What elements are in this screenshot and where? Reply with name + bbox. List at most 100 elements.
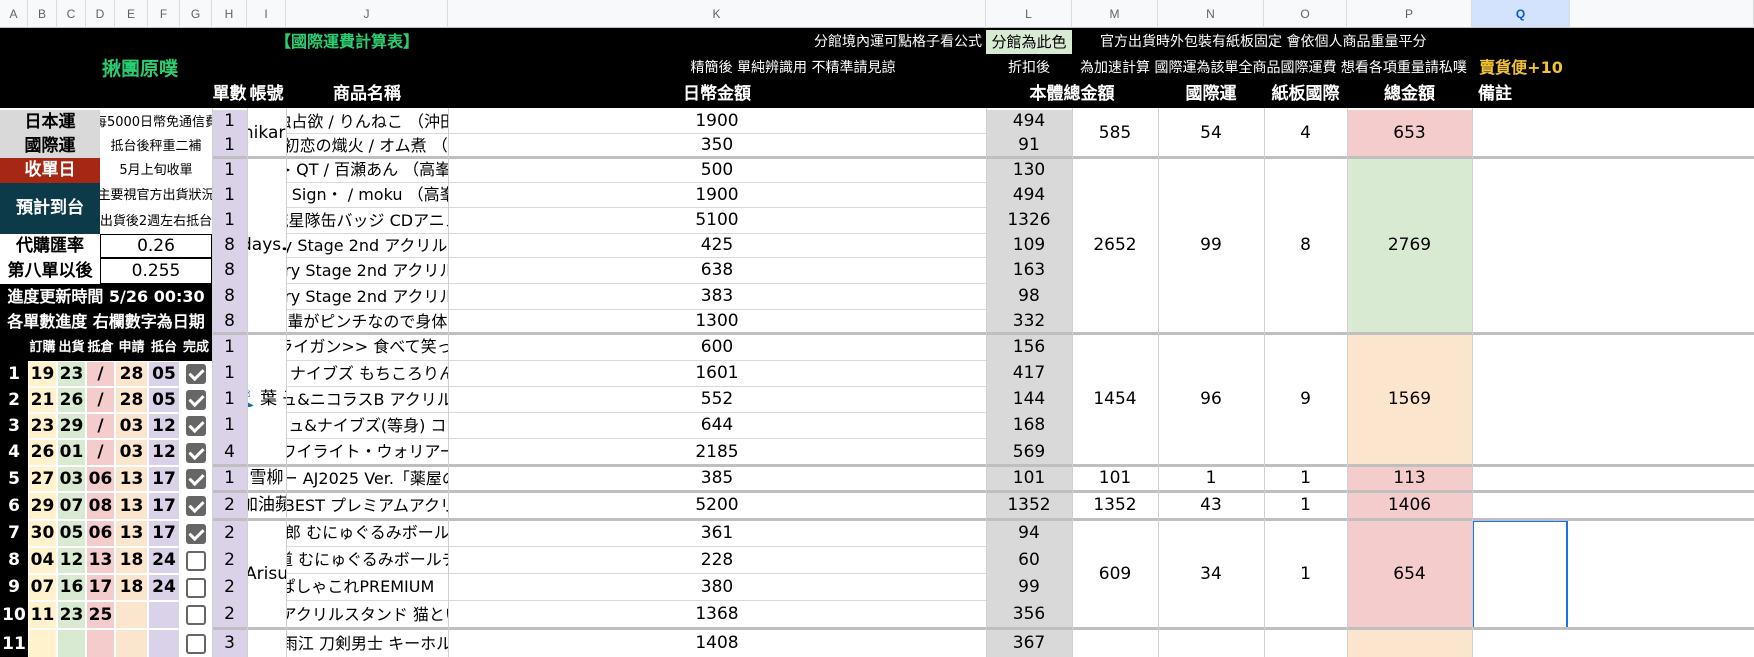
column-header-b[interactable]: B (28, 0, 57, 28)
item-name[interactable]: <<呪術廻戦>> 初恋の熾火 / オム煮 （五条悟×伏黒恵） (286, 134, 448, 158)
column-header-a[interactable]: A (0, 0, 28, 28)
gridline (1158, 108, 1159, 657)
item-name[interactable]: 五月雨江 刀剣男士 キーホルダー (286, 629, 448, 657)
group-note[interactable] (1472, 158, 1754, 334)
done-checkbox[interactable] (180, 361, 212, 387)
group-divider (212, 490, 1754, 493)
progress-date: 23 (57, 361, 86, 387)
item-name[interactable]: 最後の世界線 ぱしゃこれPREMIUM 13：佐野万次郎 (286, 574, 448, 601)
checked-icon[interactable] (186, 469, 206, 489)
done-checkbox[interactable] (180, 439, 212, 466)
column-header-j[interactable]: J (286, 0, 448, 28)
item-name[interactable]: 仙石忍 Starry Stage 2nd アクリルキーホルダー (286, 234, 448, 258)
group-grand-total: 654 (1347, 520, 1472, 629)
brand-link[interactable]: 揪團原噗 (40, 56, 240, 82)
done-checkbox[interactable] (180, 574, 212, 601)
col-header-grand: 總金額 (1347, 82, 1472, 107)
checked-icon[interactable] (186, 442, 206, 463)
done-checkbox[interactable] (180, 466, 212, 492)
item-count: 2 (212, 520, 247, 547)
progress-date: 18 (115, 547, 148, 574)
group-divider (212, 156, 1754, 159)
done-checkbox[interactable] (180, 601, 212, 629)
account-name[interactable]: Arisu (247, 520, 286, 629)
column-header-e[interactable]: E (115, 0, 148, 28)
checked-icon[interactable] (186, 364, 206, 384)
column-header-d[interactable]: D (86, 0, 115, 28)
unchecked-icon[interactable] (186, 605, 206, 625)
item-name[interactable]: KAZU THE BEST プレミアムアクリルスタンド (286, 492, 448, 520)
progress-date: 21 (28, 387, 57, 413)
account-name[interactable]: hikari (247, 110, 286, 158)
progress-date: 06 (86, 466, 115, 492)
column-header-n[interactable]: N (1158, 0, 1264, 28)
done-checkbox[interactable] (180, 492, 212, 520)
progress-date: 28 (115, 387, 148, 413)
column-header-m[interactable]: M (1072, 0, 1158, 28)
progress-note: 各單數進度 右欄數字為日期 (0, 310, 212, 334)
column-header-f[interactable]: F (148, 0, 180, 28)
column-header-g[interactable]: G (180, 0, 212, 28)
column-header-p[interactable]: P (1347, 0, 1472, 28)
done-checkbox[interactable] (180, 547, 212, 574)
item-name[interactable]: 王氏 ステッカー AJ2025 Ver.「薬屋のひとりごと」 (286, 466, 448, 492)
checked-icon[interactable] (186, 390, 206, 410)
checked-icon[interactable] (186, 416, 206, 436)
group-total: 585 (1072, 110, 1158, 158)
group-note[interactable] (1472, 492, 1754, 520)
label-intl-shipping: 國際運 (0, 134, 100, 158)
progress-date: 13 (115, 520, 148, 547)
item-name[interactable]: <<トライガン>> 食べて笑って / 絢 (286, 334, 448, 361)
account-name[interactable]: days♪ (247, 158, 286, 334)
group-grand-total: 1406 (1347, 492, 1472, 520)
column-header-i[interactable]: I (247, 0, 286, 28)
group-board: 9 (1264, 334, 1347, 466)
checked-icon[interactable] (186, 496, 206, 516)
group-intl: 34 (1158, 520, 1264, 629)
done-checkbox[interactable] (180, 629, 212, 657)
item-name[interactable]: 花垣武道 むにゅぐるみボールチェーン (286, 547, 448, 574)
item-name[interactable]: 佐野万次郎 アクリルスタンド 猫といっしょver. (286, 601, 448, 629)
group-intl (1158, 629, 1264, 657)
column-header-q[interactable]: Q (1472, 0, 1570, 28)
item-name[interactable]: 全5種セット 流星隊缶バッジ CDアニメイト購入特典 (286, 208, 448, 234)
progress-date: 29 (28, 492, 57, 520)
item-name[interactable]: <<薄桜鬼>> 独占欲 / りんねこ （沖田総司×斎藤一） (286, 110, 448, 134)
account-name[interactable]: 今天加油蘋果果 (247, 492, 286, 520)
col-header-item: 商品名稱 (286, 82, 448, 107)
item-name[interactable]: ヴァッシュ&ニコラスB アクリルスタンド (286, 387, 448, 413)
item-name[interactable]: <<あんスタ>> QT / 百瀬あん （高峯翠×守沢千秋） (286, 158, 448, 183)
group-note[interactable] (1472, 334, 1754, 466)
item-name[interactable]: 深海奏汰 Starry Stage 2nd アクリルキーホルダー (286, 258, 448, 284)
group-note[interactable] (1472, 520, 1568, 629)
item-name[interactable]: 佐野万次郎 むにゅぐるみボールチェーン (286, 520, 448, 547)
column-header-o[interactable]: O (1264, 0, 1347, 28)
gridline (986, 108, 987, 657)
item-name[interactable]: ヴァッシュ&ナイブズ(等身) コースター (286, 413, 448, 439)
checked-icon[interactable] (186, 523, 206, 544)
column-header-k[interactable]: K (448, 0, 986, 28)
item-name[interactable]: <<あんスタ>> Sign・ / moku （高峯翠×守沢千秋） (286, 183, 448, 208)
account-name[interactable] (247, 629, 286, 657)
value-eta-a: 主要視官方出貨狀況 (100, 188, 212, 203)
item-name[interactable]: ミリオンズ・ナイブズ もちころりん ぬいぐるみ (286, 361, 448, 387)
done-checkbox[interactable] (180, 413, 212, 439)
group-note[interactable] (1472, 466, 1754, 492)
item-name[interactable]: 南雲鉄虎 Starry Stage 2nd アクリルキーホルダー (286, 284, 448, 310)
column-header-h[interactable]: H (212, 0, 247, 28)
item-name[interactable]: 付録付)パンフ)トワイライト・ウォリアーズ 決戦!九龍城砦 (286, 439, 448, 466)
group-note[interactable] (1472, 110, 1754, 158)
done-checkbox[interactable] (180, 387, 212, 413)
column-header-l[interactable]: L (986, 0, 1072, 28)
progress-date (148, 601, 180, 629)
group-note[interactable] (1472, 629, 1754, 657)
done-checkbox[interactable] (180, 520, 212, 547)
account-name[interactable]: 雪柳 (247, 466, 286, 492)
gridline (247, 108, 248, 657)
column-header-c[interactable]: C (57, 0, 86, 28)
item-name[interactable]: だいじなだいじな後輩がピンチなので身体を張って助ける話。 (286, 310, 448, 334)
unchecked-icon[interactable] (186, 577, 206, 598)
unchecked-icon[interactable] (186, 634, 206, 654)
account-name[interactable]: ㄗㄇ🌊 葉 子莫。 (247, 334, 286, 466)
unchecked-icon[interactable] (186, 550, 206, 571)
